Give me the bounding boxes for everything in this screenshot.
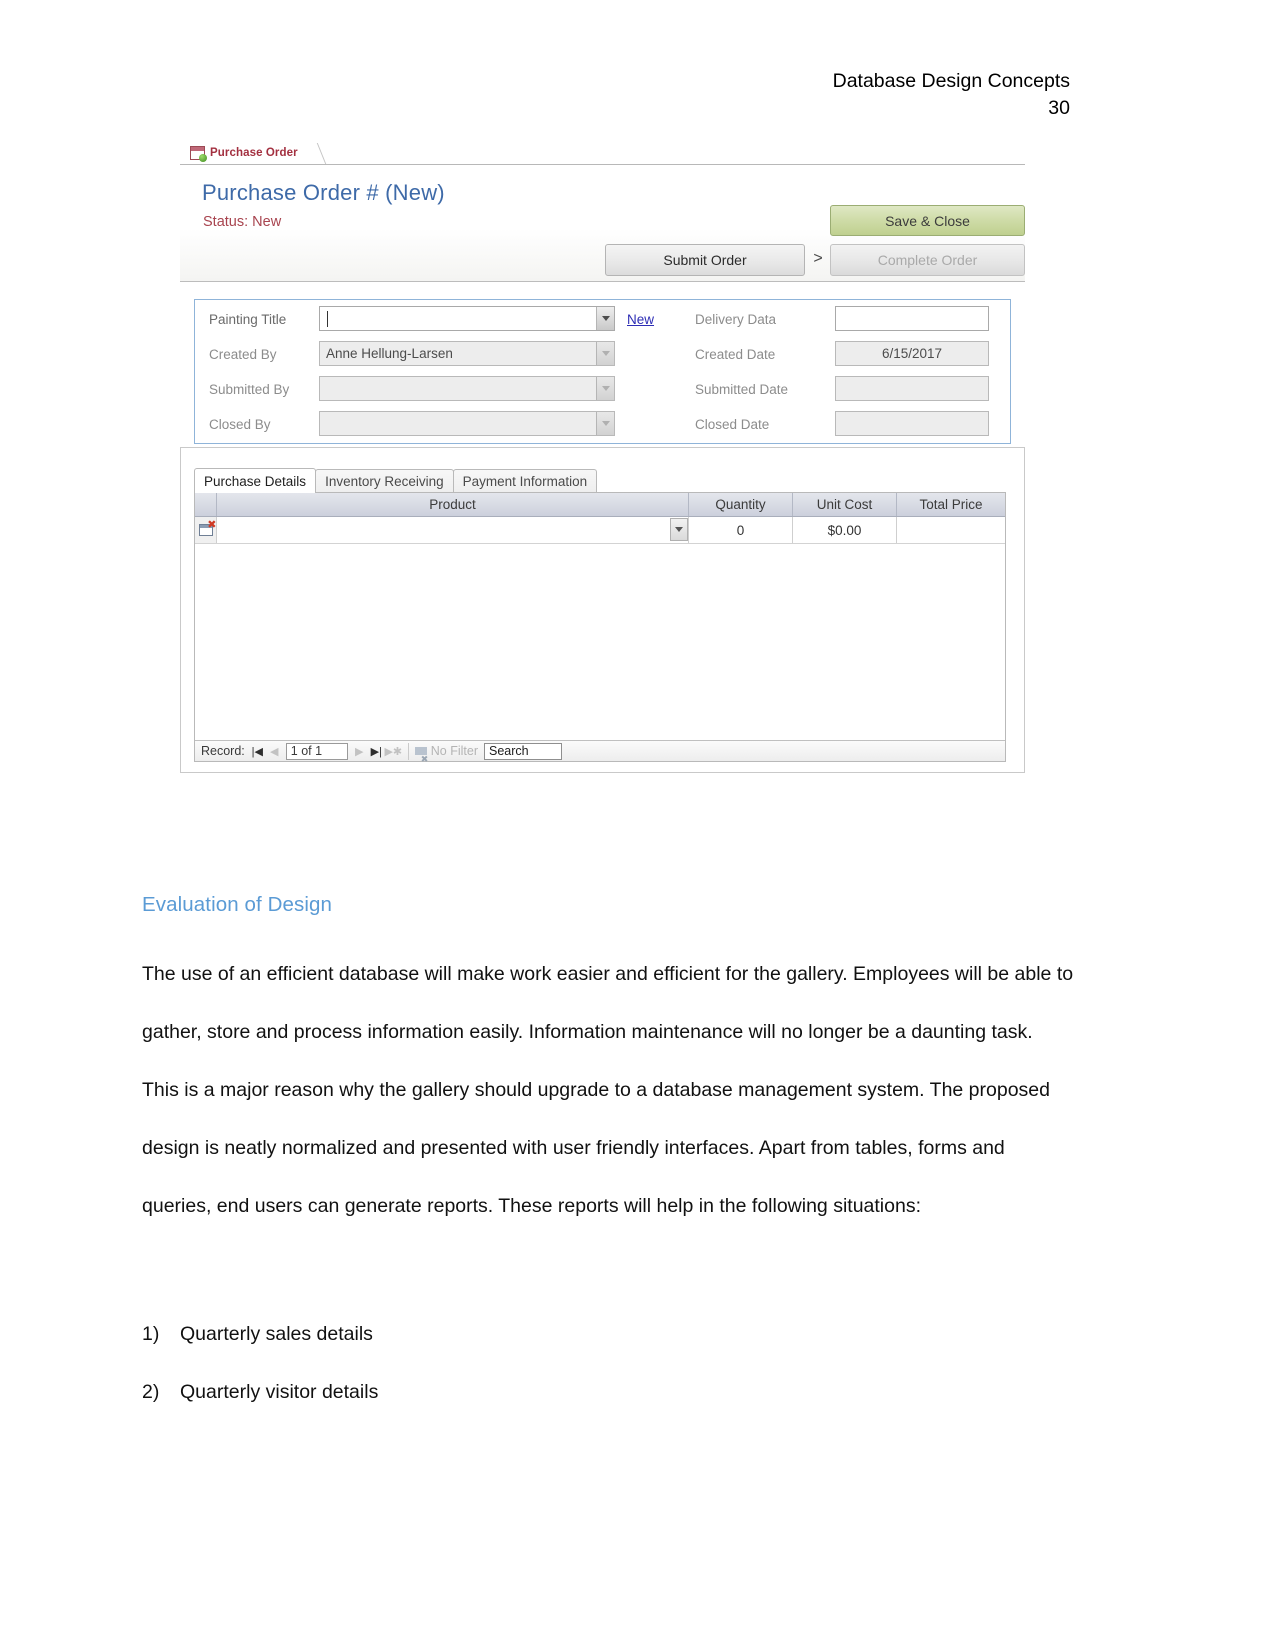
purchase-details-datasheet: Product Quantity Unit Cost Total Price 0… (194, 492, 1006, 765)
first-record-button[interactable]: |◀ (249, 742, 266, 760)
object-tab-label: Purchase Order (210, 147, 298, 159)
closed-date-input (835, 411, 989, 436)
chevron-down-icon (596, 342, 614, 365)
complete-order-button[interactable]: Complete Order (830, 244, 1025, 276)
record-navigation-bar: Record: |◀ ◀ 1 of 1 ▶ ▶| ▶✱ No Filter Se… (195, 740, 1005, 765)
table-row[interactable]: 0 $0.00 (195, 517, 1005, 544)
created-by-combobox: Anne Hellung-Larsen (319, 341, 615, 366)
field-row-created-by: Created By Anne Hellung-Larsen Created D… (195, 338, 1010, 373)
previous-record-button[interactable]: ◀ (266, 742, 283, 760)
field-row-painting-title: Painting Title New Delivery Data (195, 303, 1010, 338)
tab-payment-information[interactable]: Payment Information (452, 469, 598, 493)
filter-status-label: No Filter (430, 744, 479, 758)
save-and-close-button[interactable]: Save & Close (830, 205, 1025, 236)
subform-tab-strip: Purchase Details Inventory Receiving Pay… (194, 468, 1006, 493)
page-number: 30 (1048, 97, 1070, 119)
field-row-submitted-by: Submitted By Submitted Date (195, 373, 1010, 408)
search-input[interactable]: Search (484, 742, 563, 760)
filter-funnel-icon (414, 747, 428, 765)
document-header: Database Design Concepts 30 (833, 68, 1070, 122)
last-record-button[interactable]: ▶| (368, 742, 385, 760)
record-position-input[interactable]: 1 of 1 (285, 742, 348, 760)
header-title: Database Design Concepts (832, 70, 1070, 92)
list-item-label: Quarterly visitor details (180, 1381, 379, 1403)
created-date-value: 6/15/2017 (881, 346, 943, 361)
label-closed-by: Closed By (209, 417, 271, 432)
form-header: Purchase Order # (New) Status: New Save … (180, 165, 1025, 282)
page-title: Purchase Order # (New) (202, 180, 445, 205)
chevron-down-icon (596, 377, 614, 400)
label-created-date: Created Date (695, 347, 776, 362)
datasheet-empty-area (195, 544, 1005, 740)
label-submitted-by: Submitted By (209, 382, 290, 397)
list-item-number: 2) (142, 1381, 160, 1403)
nav-divider (407, 742, 409, 760)
list-item: 2) Quarterly visitor details (142, 1363, 1042, 1421)
workflow-arrow-icon: > (813, 250, 823, 267)
row-selector-header (195, 493, 217, 516)
chevron-down-icon[interactable] (596, 307, 614, 330)
new-record-button[interactable]: ▶✱ (384, 742, 402, 760)
row-selector-cell[interactable] (195, 517, 217, 543)
chevron-down-icon[interactable] (670, 518, 688, 541)
chevron-down-icon (596, 412, 614, 435)
quantity-cell[interactable]: 0 (689, 517, 793, 543)
submit-order-button[interactable]: Submit Order (605, 244, 805, 276)
tab-slant-divider (299, 143, 327, 164)
delivery-data-input[interactable] (835, 306, 989, 331)
access-form-screenshot: Purchase Order Purchase Order # (New) St… (180, 143, 1025, 765)
product-combobox-cell[interactable] (217, 517, 689, 543)
order-detail-panel: Painting Title New Delivery Data Created… (194, 299, 1011, 444)
list-item: 1) Quarterly sales details (142, 1305, 1042, 1363)
tab-purchase-details[interactable]: Purchase Details (194, 468, 317, 493)
column-header-product[interactable]: Product (217, 493, 689, 516)
column-header-total-price[interactable]: Total Price (897, 493, 1005, 516)
next-record-button[interactable]: ▶ (351, 742, 368, 760)
filter-status-button[interactable]: No Filter (414, 744, 479, 765)
body-paragraph: The use of an efficient database will ma… (142, 963, 1074, 1217)
label-submitted-date: Submitted Date (695, 382, 789, 397)
total-price-cell[interactable] (897, 517, 1005, 543)
tab-inventory-receiving[interactable]: Inventory Receiving (315, 469, 454, 493)
painting-title-combobox[interactable] (319, 306, 615, 331)
created-by-value: Anne Hellung-Larsen (326, 346, 453, 361)
list-item-number: 1) (142, 1323, 160, 1345)
record-label: Record: (201, 744, 245, 758)
datasheet-header-row: Product Quantity Unit Cost Total Price (195, 493, 1005, 517)
column-header-unit-cost[interactable]: Unit Cost (793, 493, 897, 516)
subform-container: Purchase Details Inventory Receiving Pay… (194, 468, 1006, 765)
object-tab-strip: Purchase Order (180, 143, 1025, 165)
text-caret (327, 310, 328, 327)
status-badge: Status: New (203, 214, 282, 230)
unit-cost-cell[interactable]: $0.00 (793, 517, 897, 543)
column-header-quantity[interactable]: Quantity (689, 493, 793, 516)
label-delivery-data: Delivery Data (695, 312, 777, 327)
numbered-list: 1) Quarterly sales details 2) Quarterly … (142, 1305, 1042, 1421)
object-tab-purchase-order[interactable]: Purchase Order (188, 143, 302, 164)
closed-by-combobox (319, 411, 615, 436)
created-date-input: 6/15/2017 (835, 341, 989, 366)
section-heading: Evaluation of Design (142, 893, 333, 916)
new-painting-link[interactable]: New (627, 312, 654, 327)
list-item-label: Quarterly sales details (180, 1323, 373, 1345)
submitted-date-input (835, 376, 989, 401)
label-painting-title: Painting Title (209, 312, 287, 327)
submitted-by-combobox (319, 376, 615, 401)
label-created-by: Created By (209, 347, 277, 362)
new-record-pencil-icon (198, 520, 217, 536)
field-row-closed-by: Closed By Closed Date (195, 408, 1010, 443)
label-closed-date: Closed Date (695, 417, 770, 432)
form-object-icon (190, 146, 207, 162)
